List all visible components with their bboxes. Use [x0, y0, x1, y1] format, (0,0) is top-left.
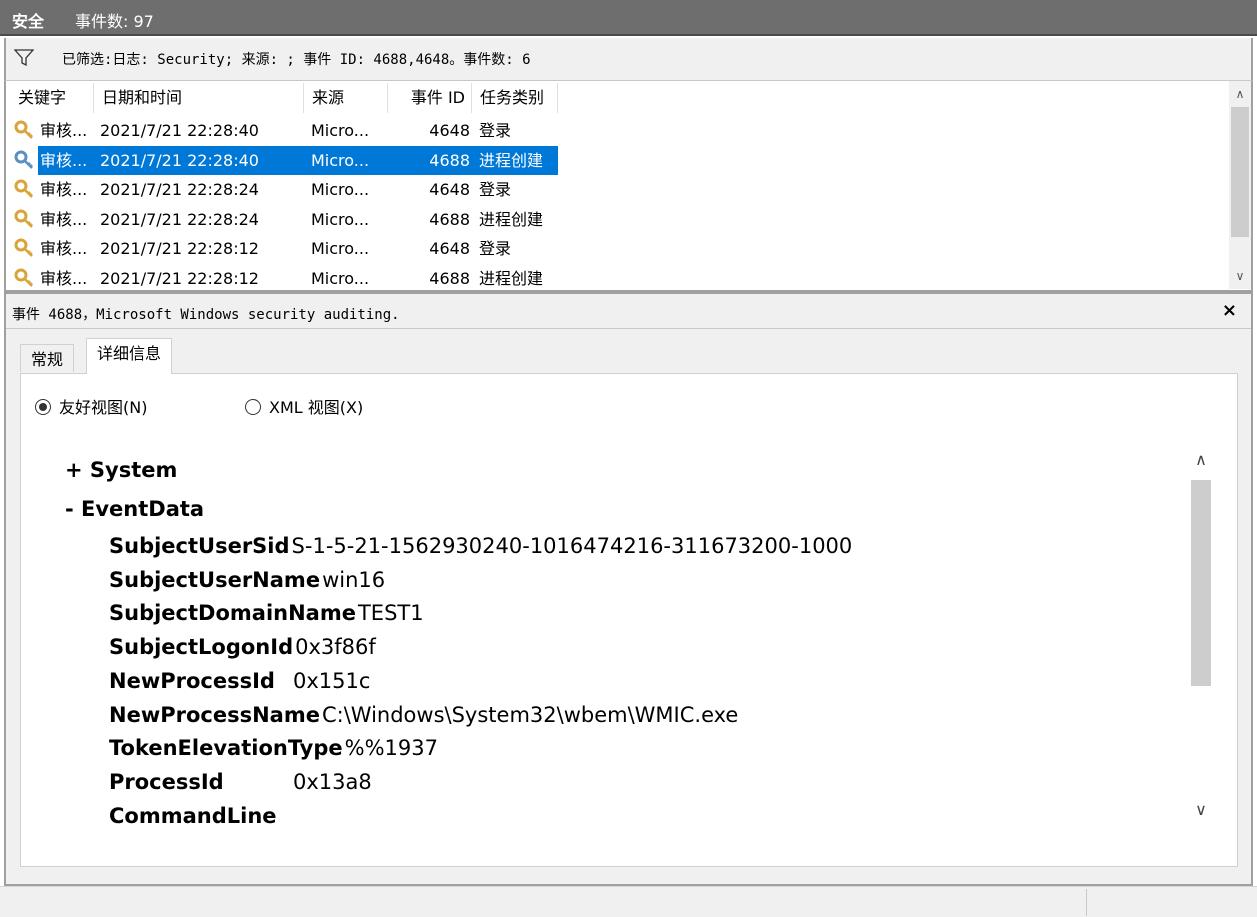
scroll-down-icon[interactable]: ∨: [1229, 265, 1251, 287]
radio-xml-view[interactable]: XML 视图(X): [245, 394, 363, 418]
field-value: win16: [322, 567, 386, 592]
filter-text: 已筛选:日志: Security; 来源: ; 事件 ID: 4688,4648…: [62, 52, 531, 68]
event-detail-pane: 事件 4688，Microsoft Windows security audit…: [4, 292, 1253, 886]
field-name: SubjectLogonId: [109, 635, 294, 660]
field-value: C:\Windows\System32\wbem\WMIC.exe: [321, 702, 739, 727]
radio-friendly-view[interactable]: 友好视图(N): [35, 394, 147, 418]
cell-source: Micro...: [311, 121, 370, 140]
filter-bar: 已筛选:日志: Security; 来源: ; 事件 ID: 4688,4648…: [4, 38, 1253, 80]
cell-source: Micro...: [311, 239, 370, 258]
filter-icon[interactable]: [14, 48, 34, 68]
detail-scroll-thumb[interactable]: [1191, 480, 1211, 686]
status-divider: [1086, 889, 1087, 916]
radio-unselected-icon: [245, 399, 261, 415]
tab-details[interactable]: 详细信息: [86, 338, 173, 374]
cell-event-id: 4648: [429, 239, 470, 258]
field-value: 0x3f86f: [295, 635, 376, 660]
event-detail-header: 事件 4688，Microsoft Windows security audit…: [12, 307, 400, 323]
table-row[interactable]: 审核... 2021/7/21 22:28:40 Micro... 4688 进程创建: [12, 145, 558, 175]
column-header-event-id[interactable]: 事件 ID: [388, 83, 472, 113]
scroll-up-icon[interactable]: ∧: [1189, 448, 1213, 472]
close-icon[interactable]: ×: [1222, 300, 1237, 321]
cell-task-category: 进程创建: [479, 150, 544, 170]
field-name: NewProcessId: [109, 668, 275, 693]
audit-key-icon: [14, 209, 33, 228]
cell-datetime: 2021/7/21 22:28:40: [100, 121, 259, 140]
table-row[interactable]: 审核... 2021/7/21 22:28:12 Micro... 4688 进程创建: [12, 264, 558, 293]
cell-source: Micro...: [311, 150, 370, 170]
event-list[interactable]: 关键字 日期和时间 来源 事件 ID 任务类别 审核... 2021/7/21 2…: [4, 80, 1253, 292]
field-name: NewProcessName: [109, 702, 320, 727]
cell-event-id: 4648: [429, 121, 470, 140]
radio-selected-icon: [35, 399, 51, 415]
cell-datetime: 2021/7/21 22:28:12: [100, 239, 259, 258]
audit-key-icon: [14, 120, 33, 139]
tree-node-eventdata[interactable]: - EventData: [65, 497, 204, 521]
cell-event-id: 4688: [429, 150, 470, 170]
field-value: 0x151c: [293, 668, 371, 693]
event-count: 事件数: 97: [75, 12, 154, 31]
tree-node-system[interactable]: + System: [65, 458, 177, 482]
log-name: 安全: [12, 12, 45, 31]
cell-datetime: 2021/7/21 22:28:40: [100, 150, 259, 170]
cell-task-category: 登录: [479, 121, 512, 140]
detail-scrollbar[interactable]: ∧ ∨: [1189, 432, 1213, 843]
audit-key-icon: [14, 238, 33, 257]
field-value: S-1-5-21-1562930240-1016474216-311673200…: [291, 534, 853, 558]
cell-datetime: 2021/7/21 22:28:24: [100, 180, 259, 199]
field-name: SubjectDomainName: [109, 601, 356, 626]
radio-xml-label: XML 视图(X): [269, 398, 364, 417]
field-name: SubjectUserSid: [109, 534, 290, 558]
cell-event-id: 4688: [429, 209, 470, 229]
cell-keyword: 审核...: [40, 268, 88, 288]
cell-keyword: 审核...: [40, 209, 88, 229]
cell-task-category: 登录: [479, 239, 512, 258]
radio-friendly-label: 友好视图(N): [59, 398, 148, 417]
field-value: TEST1: [357, 601, 424, 626]
cell-task-category: 进程创建: [479, 268, 544, 288]
scroll-down-icon[interactable]: ∨: [1189, 798, 1213, 822]
column-header-task-category[interactable]: 任务类别: [472, 83, 558, 113]
column-header-source[interactable]: 来源: [304, 83, 388, 113]
audit-key-icon: [14, 179, 33, 198]
cell-datetime: 2021/7/21 22:28:12: [100, 268, 259, 288]
list-scroll-thumb[interactable]: [1231, 107, 1249, 237]
list-scrollbar[interactable]: ∧ ∨: [1229, 81, 1251, 289]
field-name: TokenElevationType: [109, 736, 343, 761]
cell-source: Micro...: [311, 268, 370, 288]
divider: [6, 328, 1251, 329]
cell-keyword: 审核...: [40, 121, 88, 140]
tab-general[interactable]: 常规: [20, 344, 75, 372]
cell-event-id: 4688: [429, 268, 470, 288]
table-row[interactable]: 审核... 2021/7/21 22:28:12 Micro... 4648 登录: [12, 234, 558, 263]
field-name: SubjectUserName: [109, 567, 321, 592]
table-row[interactable]: 审核... 2021/7/21 22:28:40 Micro... 4648 登录: [12, 116, 558, 145]
audit-key-icon: [14, 268, 33, 287]
column-header-keyword[interactable]: 关键字: [10, 83, 94, 113]
cell-datetime: 2021/7/21 22:28:24: [100, 209, 259, 229]
field-name: ProcessId: [109, 769, 224, 794]
cell-keyword: 审核...: [40, 239, 88, 258]
cell-task-category: 进程创建: [479, 209, 544, 229]
field-value: 0x13a8: [293, 769, 372, 794]
field-name: CommandLine: [109, 803, 277, 828]
table-row[interactable]: 审核... 2021/7/21 22:28:24 Micro... 4648 登录: [12, 175, 558, 204]
audit-key-icon: [14, 150, 33, 169]
status-bar: [0, 886, 1257, 917]
cell-task-category: 登录: [479, 180, 512, 199]
friendly-view-content[interactable]: + System - EventData SubjectUserSid S-1-5…: [45, 432, 1188, 843]
column-header-datetime[interactable]: 日期和时间: [94, 83, 304, 113]
title-bar: 安全 事件数: 97: [0, 0, 1257, 36]
cell-keyword: 审核...: [40, 180, 88, 199]
cell-source: Micro...: [311, 180, 370, 199]
cell-event-id: 4648: [429, 180, 470, 199]
cell-source: Micro...: [311, 209, 370, 229]
details-tab-body: 友好视图(N) XML 视图(X) + System - EventData S…: [20, 373, 1238, 867]
scroll-up-icon[interactable]: ∧: [1229, 83, 1251, 105]
cell-keyword: 审核...: [40, 150, 88, 170]
field-value: %%1937: [344, 736, 438, 761]
table-row[interactable]: 审核... 2021/7/21 22:28:24 Micro... 4688 进程创建: [12, 205, 558, 234]
